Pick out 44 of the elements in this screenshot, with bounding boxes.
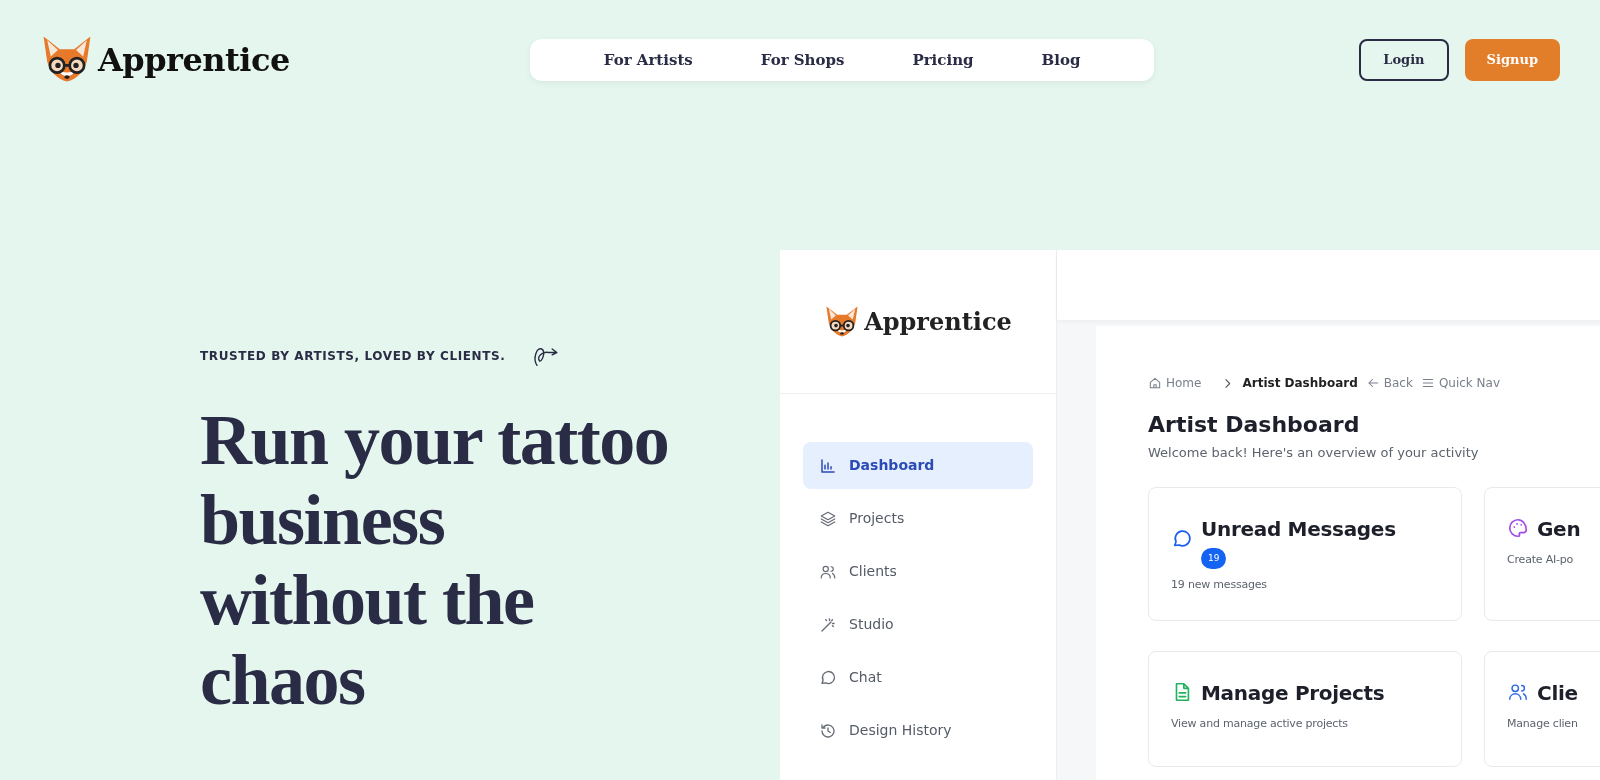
card-title: Manage Projects <box>1201 679 1385 707</box>
layers-icon <box>819 509 837 528</box>
hero-heading: Run your tattoo business without the chaos <box>200 400 670 720</box>
nav-link[interactable]: Pricing <box>878 48 1008 72</box>
logo-text: Apprentice <box>864 305 1012 338</box>
breadcrumb-link[interactable]: Home <box>1148 374 1202 392</box>
chart-icon <box>819 456 837 475</box>
palette-icon <box>1507 516 1529 539</box>
sidebar-item[interactable]: Dashboard <box>803 442 1033 489</box>
count-badge: 19 <box>1201 547 1227 569</box>
card-text: Create AI-po <box>1507 551 1575 568</box>
page-title: Artist Dashboard <box>1148 411 1361 439</box>
page-subtitle: Welcome back! Here's an overview of your activity <box>1148 444 1480 462</box>
card-text: 19 new messages <box>1171 577 1268 593</box>
card-text: View and manage active projects <box>1171 715 1349 732</box>
sidebar-item[interactable]: Chat <box>803 654 1033 701</box>
dashboard-card[interactable]: Gen Create AI-po <box>1484 486 1600 621</box>
back-arrow-icon <box>1365 376 1380 390</box>
card-title: Gen <box>1537 515 1581 543</box>
menu-icon <box>1420 376 1435 390</box>
nav-link[interactable]: Blog <box>1007 48 1115 72</box>
chat-bubble-icon <box>1171 527 1193 550</box>
breadcrumb-link[interactable]: Back <box>1365 374 1413 392</box>
history-icon <box>819 721 837 740</box>
login-button[interactable]: Login <box>1359 39 1449 81</box>
dashboard-card[interactable]: Clie Manage clien <box>1484 650 1600 767</box>
sidebar-item[interactable]: Projects <box>803 495 1033 542</box>
chat-bubble-icon <box>819 668 837 687</box>
nav-link[interactable]: For Artists <box>569 48 727 72</box>
tagline: TRUSTED BY ARTISTS, LOVED BY CLIENTS. <box>200 348 506 365</box>
home-icon <box>1148 376 1162 390</box>
breadcrumb-link[interactable]: Quick Nav <box>1420 374 1501 392</box>
card-text: Manage clien <box>1507 715 1579 732</box>
breadcrumb-current: Artist Dashboard <box>1242 375 1358 392</box>
logo-text[interactable]: Apprentice <box>98 36 290 84</box>
magic-wand-icon <box>819 615 837 634</box>
sidebar-item[interactable]: Studio <box>803 601 1033 648</box>
dashboard-card[interactable]: Manage Projects View and manage active projects <box>1148 650 1462 767</box>
card-title: Unread Messages <box>1201 515 1396 543</box>
sidebar-item[interactable]: Design History <box>803 707 1033 754</box>
dashboard-card[interactable]: Unread Messages 19 19 new messages <box>1148 486 1462 621</box>
card-title: Clie <box>1537 679 1578 707</box>
sidebar-item[interactable]: Clients <box>803 548 1033 595</box>
nav-link[interactable]: For Shops <box>726 48 879 72</box>
